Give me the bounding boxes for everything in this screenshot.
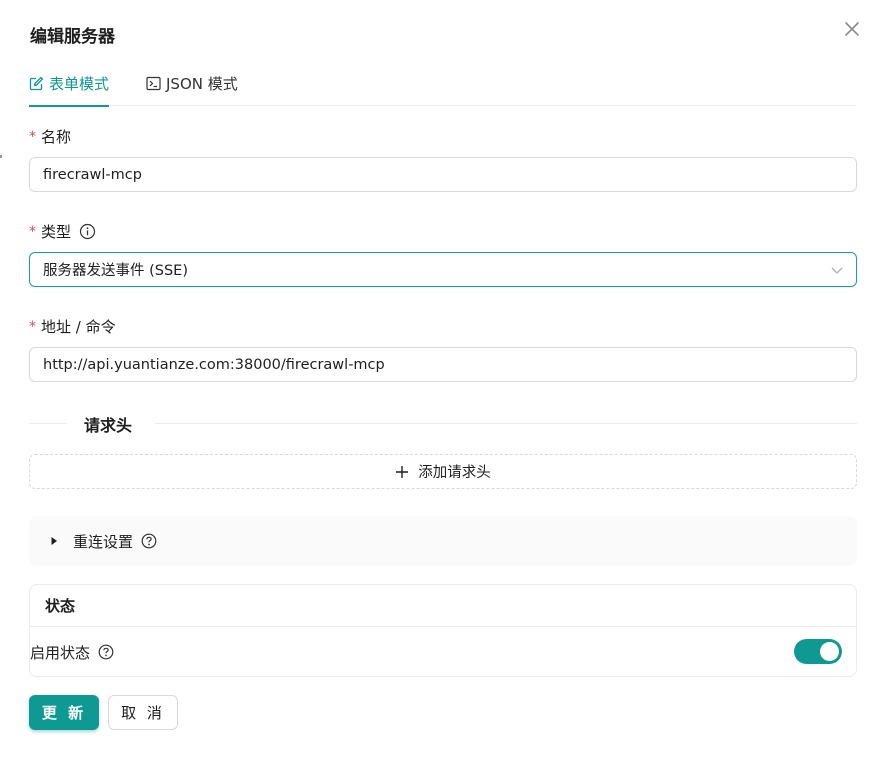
edge-mark — [0, 155, 2, 158]
close-button[interactable] — [841, 18, 863, 40]
tab-json-mode[interactable]: JSON 模式 — [146, 60, 238, 106]
close-icon — [845, 22, 859, 36]
update-button[interactable]: 更 新 — [29, 695, 99, 730]
edit-server-dialog: 编辑服务器 表单模式 JSON 模式 * 名称 firecrawl-mcp * … — [0, 0, 878, 777]
name-label: 名称 — [41, 128, 72, 146]
address-value: http://api.yuantianze.com:38000/firecraw… — [43, 356, 385, 373]
type-value: 服务器发送事件 (SSE) — [43, 263, 188, 279]
name-input[interactable]: firecrawl-mcp — [29, 157, 857, 192]
dialog-title: 编辑服务器 — [30, 27, 115, 47]
plus-icon — [395, 465, 409, 479]
required-mark: * — [29, 318, 36, 335]
cancel-button[interactable]: 取 消 — [108, 695, 178, 730]
address-input[interactable]: http://api.yuantianze.com:38000/firecraw… — [29, 347, 857, 382]
required-mark: * — [29, 128, 36, 145]
name-value: firecrawl-mcp — [43, 166, 142, 183]
reconnect-settings-collapse[interactable]: 重连设置 — [29, 516, 857, 566]
caret-right-icon — [49, 536, 59, 546]
enabled-row: 启用状态 — [30, 627, 856, 677]
divider-line-right — [155, 423, 857, 424]
name-label-row: * 名称 — [29, 126, 71, 147]
enabled-toggle[interactable] — [794, 639, 842, 664]
type-select[interactable]: 服务器发送事件 (SSE) — [29, 252, 857, 287]
headers-section-title: 请求头 — [84, 416, 133, 435]
divider-line-left — [29, 423, 67, 424]
mode-tabs: 表单模式 JSON 模式 — [29, 60, 856, 107]
type-label-row: * 类型 — [29, 221, 96, 242]
tab-form-label: 表单模式 — [49, 74, 110, 93]
status-card: 状态 启用状态 — [29, 584, 857, 677]
info-icon[interactable] — [79, 223, 96, 240]
required-mark: * — [29, 223, 36, 240]
question-icon[interactable] — [141, 533, 157, 549]
tab-form-mode[interactable]: 表单模式 — [29, 60, 110, 107]
address-label-row: * 地址 / 命令 — [29, 316, 116, 337]
tab-json-label: JSON 模式 — [166, 74, 238, 93]
add-header-button[interactable]: 添加请求头 — [29, 454, 857, 489]
edit-icon — [29, 76, 44, 91]
reconnect-label: 重连设置 — [73, 532, 134, 551]
add-header-label: 添加请求头 — [418, 465, 491, 481]
question-icon[interactable] — [98, 644, 114, 660]
terminal-icon — [146, 76, 161, 91]
chevron-down-icon — [830, 263, 844, 277]
enabled-label: 启用状态 — [30, 643, 91, 662]
toggle-knob — [820, 642, 839, 661]
type-label: 类型 — [41, 223, 72, 241]
headers-divider: 请求头 — [29, 410, 857, 436]
address-label: 地址 / 命令 — [41, 318, 116, 336]
status-title: 状态 — [30, 585, 856, 627]
